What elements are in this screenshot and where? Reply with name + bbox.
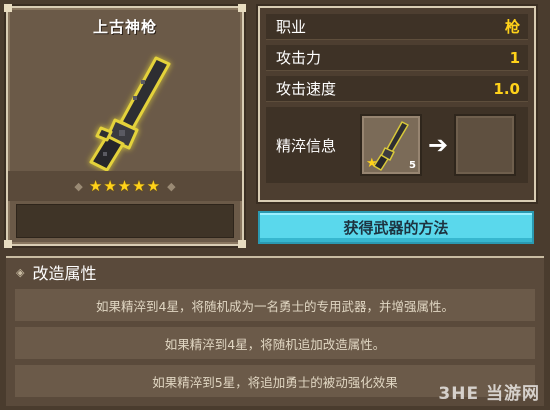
material-star-icon: ★	[366, 156, 378, 171]
refine-info: 精淬信息 ★ 5 ➔	[266, 107, 528, 183]
stat-value: 1.0	[493, 79, 520, 98]
mod-title: 改造属性	[32, 264, 97, 283]
chevron-right-icon: ◆	[167, 179, 176, 193]
weapon-name: 上古神枪	[92, 18, 157, 36]
chevron-left-icon: ◆	[74, 179, 83, 193]
watermark: 3HE 当游网	[438, 384, 540, 404]
stat-row-attack-speed: 攻击速度 1.0	[266, 76, 528, 102]
mod-row: 如果精淬到4星，将随机成为一名勇士的专用武器，并增强属性。	[14, 288, 536, 322]
mod-row: 如果精淬到4星，将随机追加改造属性。	[14, 326, 536, 360]
stat-row-class: 职业 枪	[266, 14, 528, 40]
frame-corner	[4, 4, 12, 12]
diamond-icon: ◈	[16, 265, 25, 279]
weapon-description-box	[16, 204, 234, 238]
weapon-card: 上古神枪 ◆ ★★★★★ ◆	[4, 4, 246, 248]
stat-label: 攻击速度	[276, 80, 337, 98]
star-rating: ◆ ★★★★★ ◆	[8, 171, 242, 201]
arrow-right-icon: ➔	[427, 131, 449, 159]
stat-value: 枪	[504, 18, 520, 36]
revolver-icon	[89, 56, 171, 172]
frame-corner	[4, 240, 12, 248]
frame-corner	[238, 240, 246, 248]
stats-panel: 职业 枪 攻击力 1 攻击速度 1.0 精淬信息 ★ 5 ➔	[256, 4, 538, 204]
material-count: 5	[409, 160, 416, 171]
weapon-stars: ★★★★★	[88, 177, 162, 195]
frame-corner	[238, 4, 246, 12]
stat-row-attack: 攻击力 1	[266, 45, 528, 71]
refine-label: 精淬信息	[276, 136, 337, 155]
refine-result-slot[interactable]	[454, 114, 516, 176]
stat-label: 职业	[276, 18, 307, 36]
acquire-method-button[interactable]: 获得武器的方法	[258, 211, 534, 244]
mod-header: ◈ 改造属性	[6, 258, 544, 286]
refine-material-slot[interactable]: ★ 5	[360, 114, 422, 176]
stat-label: 攻击力	[276, 49, 322, 67]
stat-value: 1	[509, 48, 520, 67]
